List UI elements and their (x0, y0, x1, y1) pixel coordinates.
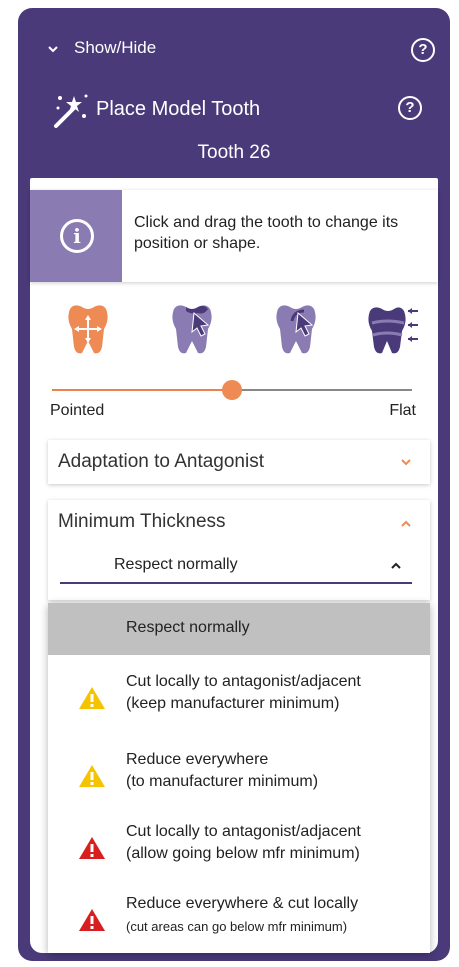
tooth-number-label: Tooth 26 (197, 142, 271, 163)
tooth-cusp-drag-icon[interactable] (164, 301, 220, 359)
option-label: Reduce everywhere & cut locally (126, 895, 359, 912)
magic-wand-icon (54, 94, 88, 128)
option-respect-normally[interactable]: Respect normally (48, 603, 430, 655)
minimum-thickness-select[interactable]: Respect normally (60, 548, 412, 584)
option-label: Cut locally to antagonist/adjacent (126, 673, 361, 690)
option-label: Cut locally to antagonist/adjacent (126, 823, 361, 840)
option-reduce-everywhere[interactable]: Reduce everywhere (to manufacturer minim… (48, 741, 430, 811)
chevron-down-icon (401, 459, 411, 466)
info-banner: i Click and drag the tooth to change its… (30, 190, 438, 282)
info-icon: i (60, 219, 94, 253)
tool-title-row: Place Model Tooth ? (18, 88, 450, 136)
slider-max-label: Flat (389, 402, 416, 419)
chevron-up-icon (391, 562, 401, 569)
chevron-up-icon[interactable] (400, 518, 412, 530)
option-sublabel: (keep manufacturer minimum) (126, 695, 340, 712)
adaptation-label: Adaptation to Antagonist (58, 451, 264, 472)
select-value: Respect normally (114, 556, 238, 573)
option-sublabel: (to manufacturer minimum) (126, 773, 319, 790)
option-sublabel: (cut areas can go below mfr minimum) (126, 919, 348, 934)
chevron-down-icon (48, 46, 58, 53)
tooth-cusp-rotate-icon[interactable] (268, 301, 324, 359)
option-cut-locally-below-min[interactable]: Cut locally to antagonist/adjacent (allo… (48, 813, 430, 883)
warning-icon (79, 765, 105, 787)
tooth-scale-icon[interactable] (364, 301, 420, 359)
info-icon-box: i (30, 190, 122, 282)
help-icon[interactable]: ? (411, 38, 435, 62)
show-hide-label: Show/Hide (74, 38, 157, 57)
content-area: i Click and drag the tooth to change its… (30, 178, 438, 953)
info-text: Click and drag the tooth to change its p… (134, 214, 399, 252)
option-sublabel: (allow going below mfr minimum) (126, 845, 360, 862)
tooth-tool-row (60, 301, 420, 361)
tool-title: Place Model Tooth (96, 98, 261, 120)
slider-thumb[interactable] (222, 380, 242, 400)
help-icon[interactable]: ? (398, 96, 422, 120)
option-label: Respect normally (126, 619, 250, 636)
warning-icon (79, 687, 105, 709)
thickness-options-menu: Respect normally Cut locally to antagoni… (48, 603, 430, 953)
warning-icon (79, 837, 105, 859)
tooth-move-icon[interactable] (60, 301, 116, 359)
pointed-flat-slider[interactable] (52, 380, 412, 400)
place-model-tooth-panel: Show/Hide ? Place Model Tooth ? Tooth 26… (18, 8, 450, 961)
option-label: Reduce everywhere (126, 751, 269, 768)
option-cut-locally-keep-min[interactable]: Cut locally to antagonist/adjacent (keep… (48, 663, 430, 733)
slider-min-label: Pointed (50, 402, 105, 419)
option-reduce-and-cut[interactable]: Reduce everywhere & cut locally (cut are… (48, 885, 430, 955)
adaptation-accordion[interactable]: Adaptation to Antagonist (48, 440, 430, 484)
warning-icon (79, 909, 105, 931)
slider-track (232, 389, 412, 391)
minimum-thickness-accordion: Minimum Thickness Respect normally (48, 500, 430, 600)
minimum-thickness-label[interactable]: Minimum Thickness (58, 511, 226, 533)
slider-track-filled (52, 389, 232, 391)
show-hide-toggle[interactable]: Show/Hide ? (18, 8, 450, 88)
